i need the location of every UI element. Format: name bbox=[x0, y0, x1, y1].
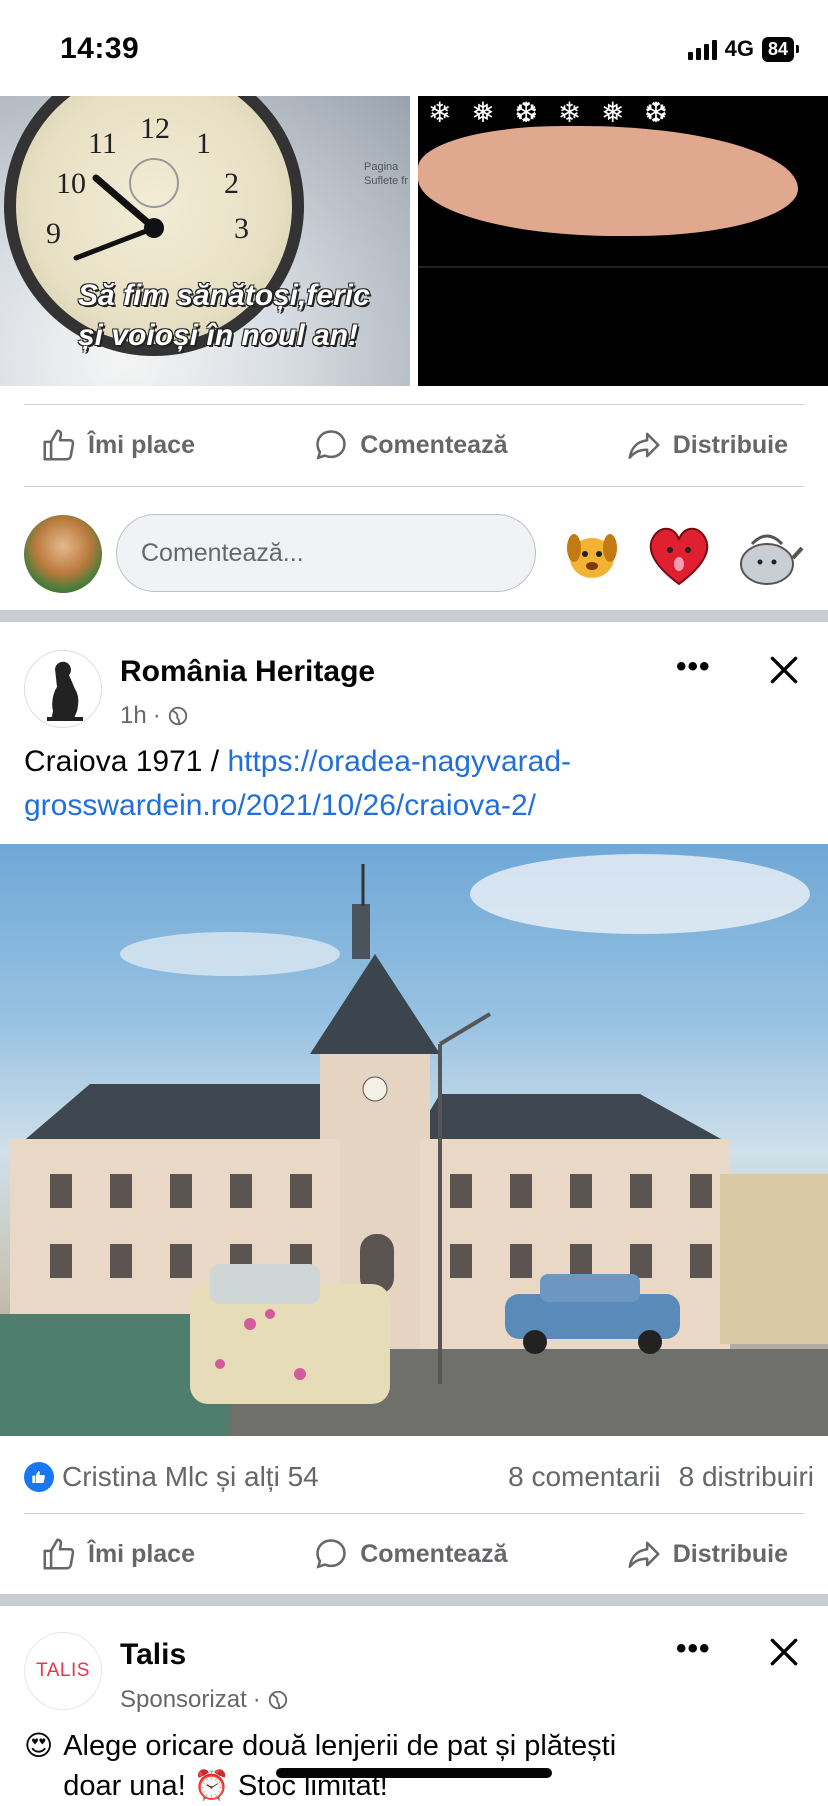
alarm-clock-image[interactable]: 12 1 2 3 11 10 9 Pagina Suflete fr Să fim săn… bbox=[0, 96, 410, 386]
post-link-line-1[interactable]: https://oradea-nagyvarad- bbox=[227, 745, 571, 778]
svg-text:3: 3 bbox=[234, 212, 249, 245]
share-icon bbox=[628, 1541, 660, 1568]
svg-text:2: 2 bbox=[224, 167, 239, 200]
feed-separator bbox=[0, 1594, 828, 1606]
status-indicators: 4G 84 bbox=[687, 36, 800, 62]
thinker-statue-icon bbox=[47, 661, 83, 721]
sponsored-text: 😍 Alege oricare două lenjerii de pat și … bbox=[24, 1726, 814, 1806]
globe-icon bbox=[168, 706, 187, 726]
sponsored-text-line-1: Alege oricare două lenjerii de pat și pl… bbox=[63, 1730, 617, 1762]
share-label: Distribuie bbox=[672, 430, 788, 459]
post-text-prefix: Craiova 1971 / bbox=[24, 745, 228, 778]
post-actions: Îmi place Comentează Distribuie bbox=[24, 1514, 804, 1594]
comment-button[interactable]: Comentează bbox=[296, 426, 523, 464]
watermark-line-2: Suflete fr bbox=[364, 175, 409, 187]
heart-sticker-icon[interactable] bbox=[642, 518, 716, 590]
post-time[interactable]: 1h bbox=[120, 702, 147, 730]
reactions-summary: Cristina Mlc și alți 54 8 comentarii 8 d… bbox=[24, 1452, 814, 1502]
status-time: 14:39 bbox=[60, 32, 140, 65]
like-button[interactable]: Îmi place bbox=[24, 1535, 211, 1573]
divider bbox=[24, 486, 804, 487]
svg-text:12: 12 bbox=[140, 112, 170, 145]
comment-label: Comentează bbox=[360, 430, 508, 459]
post-actions: Îmi place Comentează Distribuie bbox=[24, 405, 804, 485]
comment-button[interactable]: Comentează bbox=[296, 1535, 523, 1573]
sponsored-label[interactable]: Sponsorizat bbox=[120, 1686, 247, 1714]
like-label: Îmi place bbox=[88, 430, 195, 459]
comment-input[interactable]: Comentează... bbox=[116, 514, 536, 592]
home-indicator[interactable] bbox=[276, 1768, 552, 1778]
share-button[interactable]: Distribuie bbox=[609, 1535, 804, 1573]
meta-separator: · bbox=[252, 1686, 261, 1713]
like-label: Îmi place bbox=[88, 1539, 195, 1568]
kettle-sticker-icon[interactable] bbox=[730, 518, 804, 590]
share-label: Distribuie bbox=[672, 1539, 788, 1568]
status-bar: 14:39 4G 84 bbox=[0, 0, 828, 96]
snowflakes-icon: ❄ ❅ ❆ ❄ ❅ ❆ bbox=[428, 97, 674, 128]
previous-post-images[interactable]: 12 1 2 3 11 10 9 Pagina Suflete fr Să fim săn… bbox=[0, 96, 828, 386]
share-icon bbox=[628, 432, 660, 459]
comment-icon bbox=[316, 430, 346, 460]
heart-eyes-emoji: 😍 bbox=[24, 1730, 54, 1761]
advertiser-name[interactable]: Talis bbox=[120, 1638, 186, 1672]
image-caption: Să fim sănătoși,feric și voioși în noul … bbox=[78, 276, 370, 356]
feed-separator bbox=[0, 610, 828, 622]
caption-line-1: Să fim sănătoși,feric bbox=[78, 279, 370, 312]
svg-text:11: 11 bbox=[88, 127, 117, 160]
like-reaction-icon bbox=[24, 1462, 54, 1492]
battery-icon: 84 bbox=[761, 36, 800, 62]
watermark-text: Pagina Suflete fr bbox=[364, 160, 408, 188]
share-button[interactable]: Distribuie bbox=[609, 426, 804, 464]
dog-sticker-icon[interactable] bbox=[556, 518, 630, 590]
post-photo[interactable] bbox=[0, 844, 828, 1436]
network-type: 4G bbox=[724, 36, 754, 61]
snow-hand-image[interactable]: ❄ ❅ ❆ ❄ ❅ ❆ bbox=[418, 96, 828, 386]
like-icon bbox=[43, 429, 75, 461]
page-name[interactable]: România Heritage bbox=[120, 655, 375, 689]
more-icon[interactable]: ••• bbox=[676, 1632, 711, 1666]
caption-line-2: și voioși în noul an! bbox=[78, 319, 359, 352]
comment-label: Comentează bbox=[360, 1539, 508, 1568]
svg-text:10: 10 bbox=[56, 167, 86, 200]
like-button[interactable]: Îmi place bbox=[24, 426, 211, 464]
globe-icon bbox=[268, 1690, 287, 1710]
post-meta: 1h · bbox=[120, 702, 189, 730]
like-icon bbox=[43, 1538, 75, 1570]
shares-count[interactable]: 8 distribuiri bbox=[679, 1461, 814, 1493]
sponsored-meta: Sponsorizat · bbox=[120, 1686, 289, 1714]
watermark-line-1: Pagina bbox=[364, 161, 399, 173]
more-icon[interactable]: ••• bbox=[676, 650, 711, 684]
page-avatar[interactable] bbox=[24, 650, 102, 728]
reactions-count[interactable]: Cristina Mlc și alți 54 bbox=[62, 1461, 319, 1493]
svg-text:1: 1 bbox=[196, 127, 211, 160]
post-link-line-2[interactable]: grosswardein.ro/2021/10/26/craiova-2/ bbox=[24, 789, 536, 822]
comment-composer: Comentează... bbox=[24, 510, 804, 596]
comment-icon bbox=[316, 1539, 346, 1569]
svg-text:9: 9 bbox=[46, 217, 61, 250]
meta-separator: · bbox=[152, 702, 161, 729]
talis-logo[interactable]: TALIS bbox=[24, 1632, 102, 1710]
signal-icon bbox=[687, 38, 717, 60]
building-photo bbox=[0, 854, 828, 1436]
comments-count[interactable]: 8 comentarii bbox=[508, 1461, 661, 1493]
close-icon[interactable] bbox=[764, 650, 804, 690]
post-text: Craiova 1971 / https://oradea-nagyvarad-… bbox=[24, 740, 814, 828]
close-icon[interactable] bbox=[764, 1632, 804, 1672]
avatar[interactable] bbox=[24, 515, 102, 593]
